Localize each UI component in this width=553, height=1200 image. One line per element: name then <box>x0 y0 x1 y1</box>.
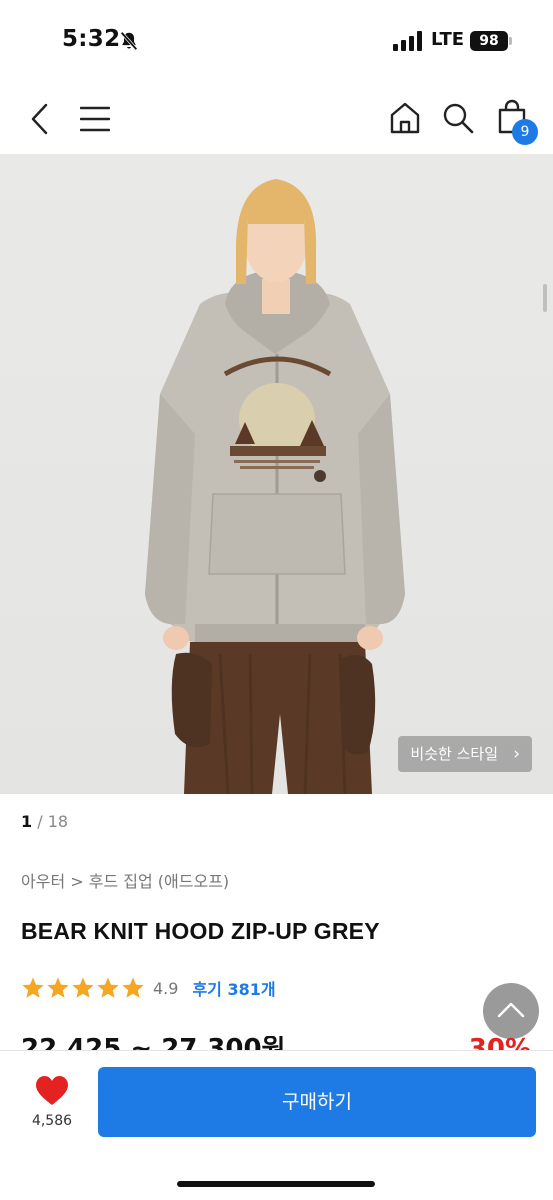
star-icon <box>22 977 44 998</box>
chevron-right-icon: › <box>513 744 520 764</box>
battery-icon: 98 <box>470 31 508 51</box>
rating-row: 4.9 후기 381개 <box>21 975 276 1001</box>
like-count: 4,586 <box>31 1113 73 1129</box>
image-index: 1 <box>21 812 33 831</box>
similar-style-button[interactable]: 비슷한 스타일 › <box>398 736 532 772</box>
menu-icon[interactable] <box>80 106 110 132</box>
like-button[interactable]: 4,586 <box>26 1075 78 1129</box>
price-range: 22,425 ~ 27,300원 <box>21 1036 285 1050</box>
product-image[interactable]: 비슷한 스타일 › <box>0 154 553 794</box>
star-icon <box>122 977 144 998</box>
top-nav-bar <box>0 84 553 154</box>
back-chevron-icon[interactable] <box>28 102 52 136</box>
home-indicator <box>177 1181 375 1187</box>
price-row: 22,425 ~ 27,300원 30% <box>21 1036 531 1050</box>
image-total: 18 <box>47 812 69 831</box>
battery-tip <box>509 37 512 45</box>
similar-style-label: 비슷한 스타일 <box>410 745 498 763</box>
image-counter: 1 / 18 <box>21 812 68 831</box>
bottom-action-bar: 4,586 구매하기 <box>0 1050 553 1200</box>
breadcrumb[interactable]: 아우터 > 후드 집업 (애드오프) <box>21 868 229 892</box>
buy-button[interactable]: 구매하기 <box>98 1067 536 1137</box>
status-time: 5:32 <box>62 26 121 52</box>
search-icon[interactable] <box>442 102 474 134</box>
rating-value: 4.9 <box>153 978 179 998</box>
home-icon[interactable] <box>389 101 421 134</box>
product-title: BEAR KNIT HOOD ZIP-UP GREY <box>21 918 380 944</box>
signal-icon <box>393 31 422 51</box>
star-rating <box>21 976 145 1000</box>
scroll-indicator <box>543 284 547 312</box>
discount-rate: 30% <box>469 1036 531 1050</box>
star-icon <box>72 977 94 998</box>
image-separator: / <box>37 812 43 831</box>
heart-icon <box>36 1076 68 1105</box>
star-icon <box>47 977 69 998</box>
model-photo <box>145 179 405 794</box>
network-label: LTE <box>431 29 465 50</box>
review-count-link[interactable]: 후기 381개 <box>192 976 275 1000</box>
scroll-to-top-button[interactable] <box>483 983 539 1039</box>
bell-slash-icon <box>120 31 138 51</box>
status-bar: 5:32 LTE 98 <box>0 0 553 84</box>
chevron-up-icon <box>497 1002 525 1018</box>
cart-count-badge: 9 <box>512 119 538 145</box>
star-icon <box>97 977 119 998</box>
